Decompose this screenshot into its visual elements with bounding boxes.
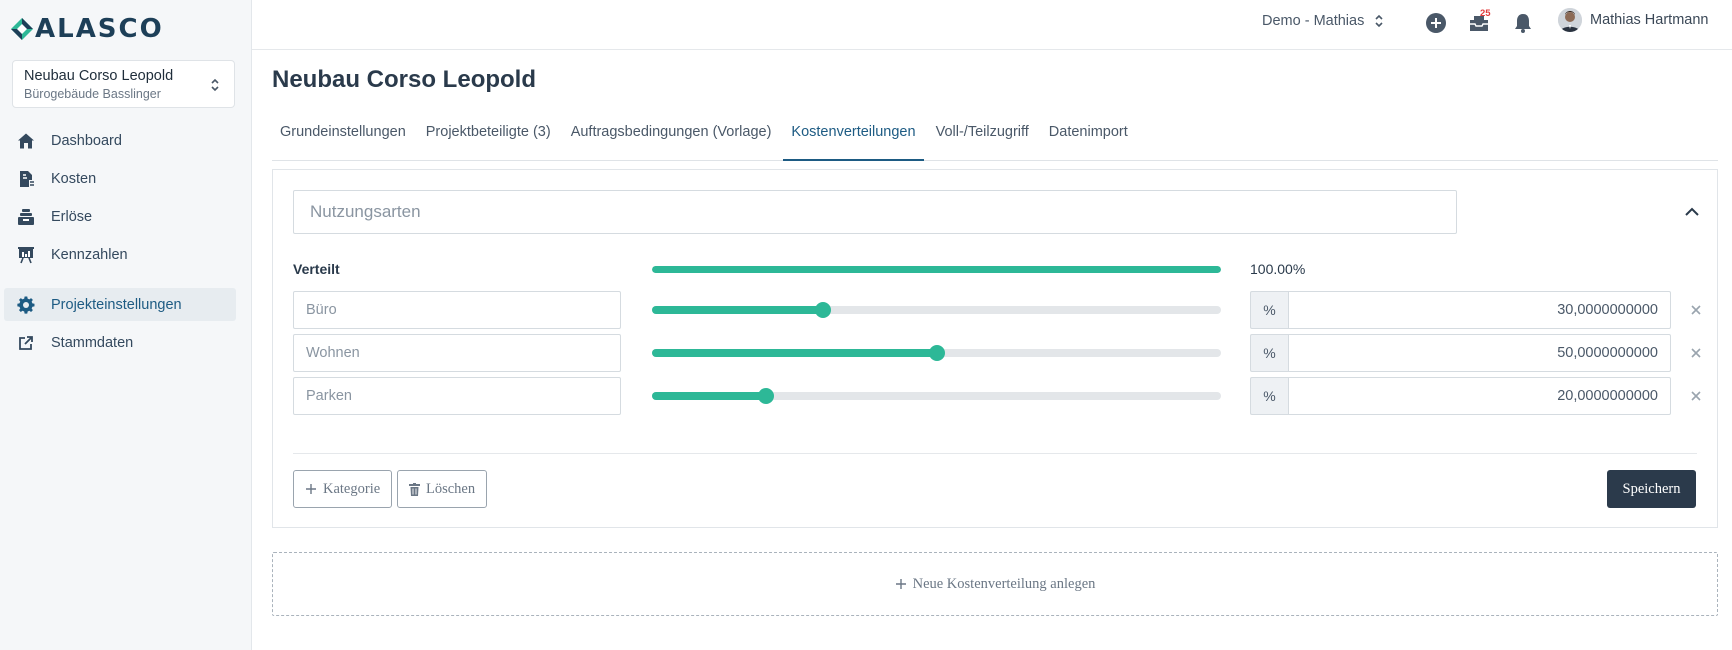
new-cost-distribution-button[interactable]: Neue Kostenverteilung anlegen [272, 552, 1718, 616]
sidebar-item-kennzahlen[interactable]: Kennzahlen [4, 238, 236, 271]
workspace-selector[interactable]: Demo - Mathias [1262, 13, 1384, 29]
share-slider[interactable] [652, 388, 1221, 404]
percent-input[interactable] [1288, 334, 1671, 372]
distribution-row: % [293, 291, 1703, 329]
save-button[interactable]: Speichern [1607, 470, 1696, 508]
cost-icon [16, 169, 36, 189]
revenue-icon [16, 207, 36, 227]
tab-datenimport[interactable]: Datenimport [1041, 118, 1136, 161]
slider-handle[interactable] [928, 345, 945, 361]
sort-icon [211, 78, 219, 92]
sidebar-item-kosten[interactable]: Kosten [4, 162, 236, 195]
plus-circle-icon[interactable] [1425, 12, 1447, 34]
project-subtitle: Bürogebäude Basslinger [24, 87, 161, 101]
tab-projektbeteiligte[interactable]: Projektbeteiligte (3) [418, 118, 559, 161]
percent-addon: % [1250, 334, 1288, 372]
percent-input-group: % [1250, 291, 1671, 329]
delete-button[interactable]: Löschen [397, 470, 488, 508]
sidebar-item-erloese[interactable]: Erlöse [4, 200, 236, 233]
slider-fill [652, 306, 823, 314]
divider [293, 453, 1697, 454]
slider-handle[interactable] [757, 388, 774, 404]
user-name: Mathias Hartmann [1590, 12, 1709, 28]
delete-label: Löschen [426, 480, 476, 497]
distribution-name-input[interactable] [293, 190, 1457, 234]
close-icon[interactable] [1689, 346, 1703, 360]
tab-voll-teilzugriff[interactable]: Voll-/Teilzugriff [928, 118, 1037, 161]
category-name-input[interactable] [293, 377, 621, 415]
bell-icon[interactable] [1512, 12, 1534, 34]
project-name: Neubau Corso Leopold [24, 68, 174, 84]
sidebar-item-label: Erlöse [51, 208, 93, 225]
gear-icon [16, 295, 36, 315]
sidebar-item-label: Stammdaten [51, 334, 134, 351]
external-link-icon [16, 333, 36, 353]
sidebar-item-label: Projekteinstellungen [51, 296, 182, 313]
category-name-input[interactable] [293, 291, 621, 329]
nav-separator [4, 276, 236, 288]
cost-distribution-card: Verteilt 100.00% % % [272, 169, 1718, 528]
add-category-button[interactable]: Kategorie [293, 470, 393, 508]
tab-auftragsbedingungen[interactable]: Auftragsbedingungen (Vorlage) [563, 118, 780, 161]
percent-input[interactable] [1288, 291, 1671, 329]
sidebar-item-label: Dashboard [51, 132, 122, 149]
sidebar-item-label: Kosten [51, 170, 97, 187]
distributed-progress-bar [652, 266, 1221, 273]
tab-kostenverteilungen[interactable]: Kostenverteilungen [783, 118, 924, 161]
share-slider[interactable] [652, 302, 1221, 318]
slider-handle[interactable] [814, 302, 831, 318]
plus-icon [306, 484, 316, 494]
distributed-progress-fill [652, 266, 1221, 273]
project-selector[interactable]: Neubau Corso Leopold Bürogebäude Basslin… [12, 60, 235, 108]
trash-icon [409, 482, 420, 496]
sidebar: ALASCO Neubau Corso Leopold Bürogebäude … [0, 0, 252, 650]
percent-addon: % [1250, 377, 1288, 415]
user-menu[interactable]: Mathias Hartmann [1558, 8, 1708, 32]
distributed-total: 100.00% [1250, 261, 1306, 277]
sidebar-item-dashboard[interactable]: Dashboard [4, 124, 236, 157]
add-category-label: Kategorie [323, 480, 381, 497]
sort-icon [1375, 14, 1383, 28]
inbox-badge: 25 [1480, 8, 1491, 19]
avatar [1558, 8, 1582, 32]
slider-fill [652, 392, 766, 400]
alasco-logo-icon [11, 18, 33, 40]
distribution-row: % [293, 377, 1703, 415]
home-icon [16, 131, 36, 151]
close-icon[interactable] [1689, 303, 1703, 317]
logo[interactable]: ALASCO [10, 14, 164, 44]
share-slider[interactable] [652, 345, 1221, 361]
distributed-label: Verteilt [293, 261, 340, 277]
sidebar-item-label: Kennzahlen [51, 246, 128, 263]
chart-icon [16, 245, 36, 265]
slider-fill [652, 349, 937, 357]
close-icon[interactable] [1689, 389, 1703, 403]
percent-input-group: % [1250, 334, 1671, 372]
page-title: Neubau Corso Leopold [272, 66, 536, 93]
sidebar-nav: Dashboard Kosten Erlöse Kennzahlen Proje… [4, 124, 236, 364]
percent-input[interactable] [1288, 377, 1671, 415]
tab-bar: Grundeinstellungen Projektbeteiligte (3)… [272, 118, 1718, 161]
distribution-row: % [293, 334, 1703, 372]
plus-icon [895, 579, 906, 589]
sidebar-item-stammdaten[interactable]: Stammdaten [4, 326, 236, 359]
sidebar-item-projekteinstellungen[interactable]: Projekteinstellungen [4, 288, 236, 321]
logo-text: ALASCO [35, 14, 164, 44]
topbar: Demo - Mathias 25 Mathias Hartmann [252, 0, 1732, 50]
chevron-up-icon[interactable] [1683, 203, 1701, 221]
percent-addon: % [1250, 291, 1288, 329]
workspace-label: Demo - Mathias [1262, 13, 1365, 29]
category-name-input[interactable] [293, 334, 621, 372]
percent-input-group: % [1250, 377, 1671, 415]
new-cost-distribution-label: Neue Kostenverteilung anlegen [912, 575, 1096, 592]
tab-grundeinstellungen[interactable]: Grundeinstellungen [272, 118, 414, 161]
